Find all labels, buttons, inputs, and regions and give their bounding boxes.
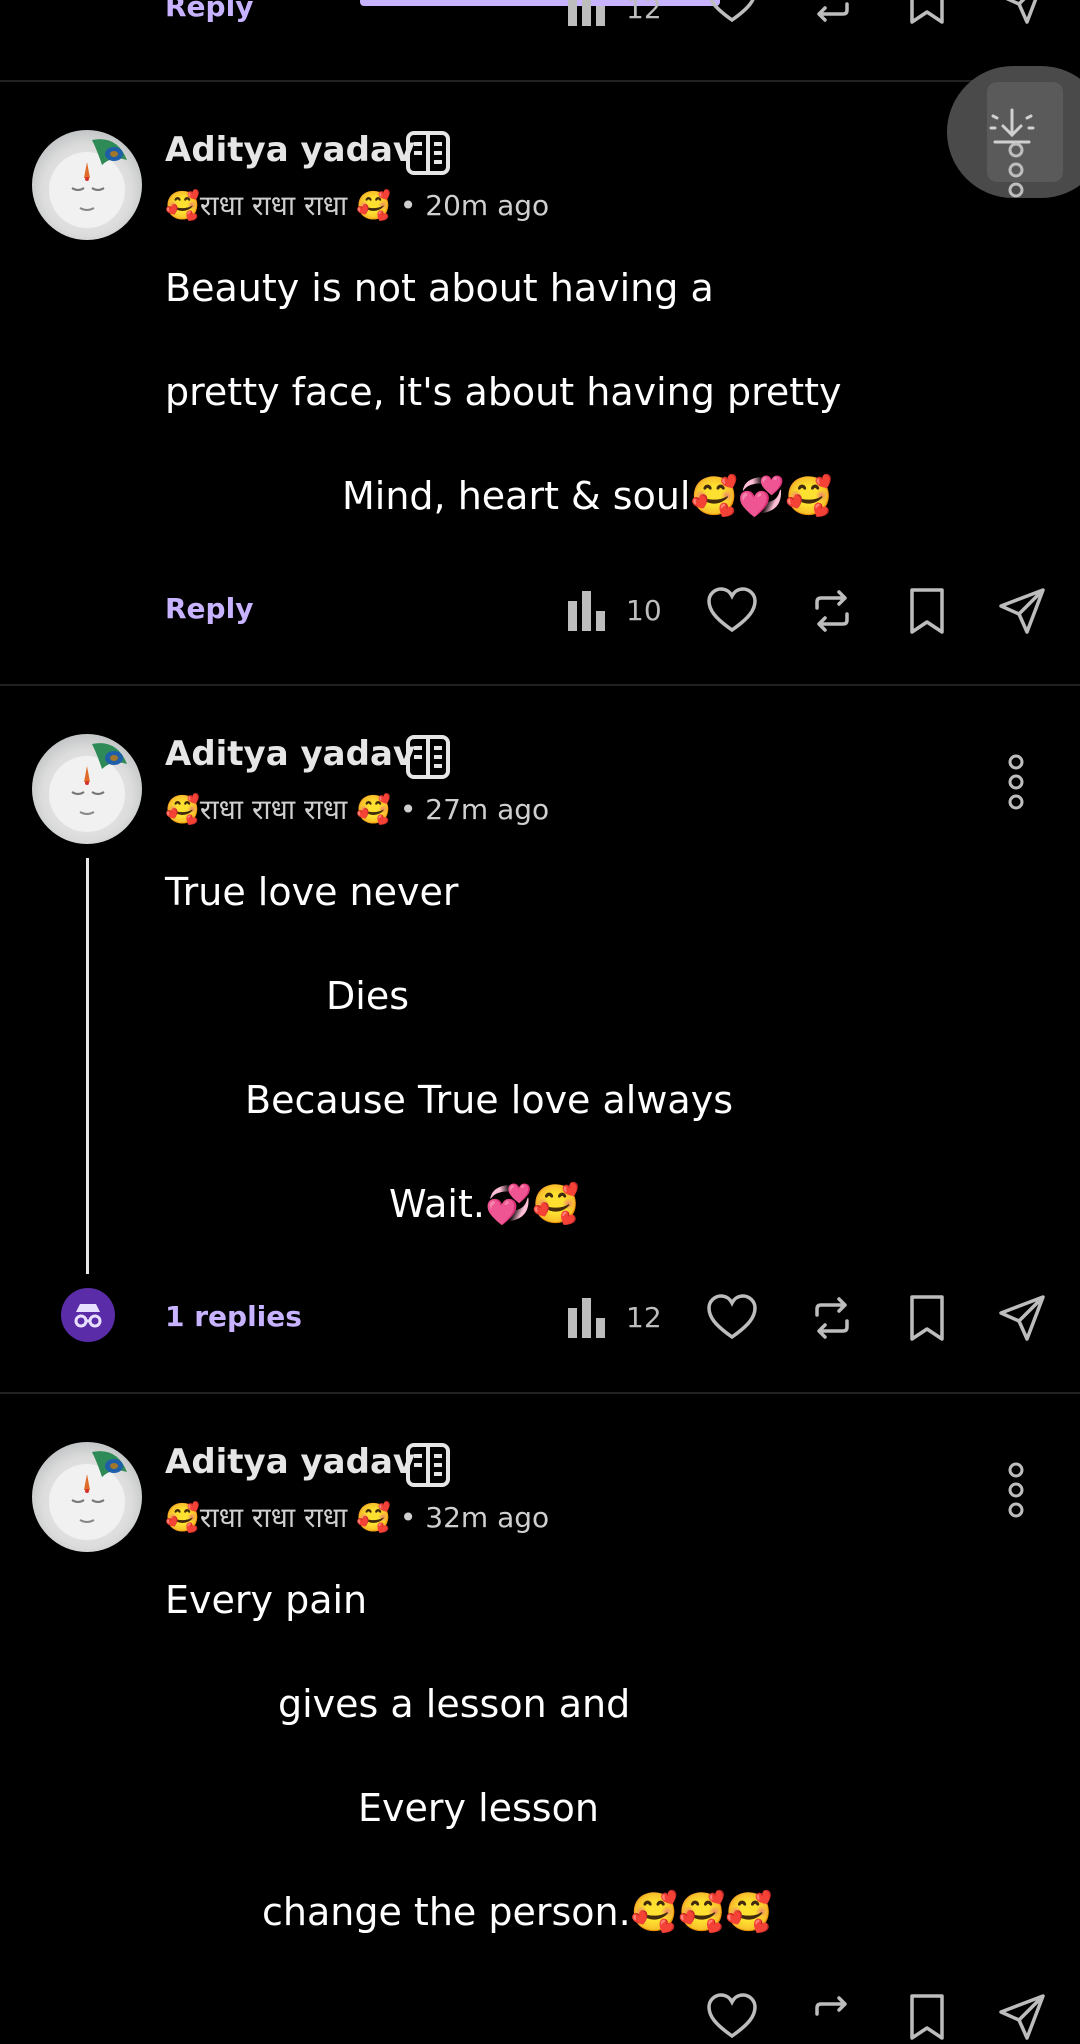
author-name[interactable]: Aditya yadav — [165, 1442, 415, 1482]
send-icon[interactable] — [995, 1990, 1049, 2044]
author-name[interactable]: Aditya yadav — [165, 130, 415, 170]
book-badge-icon — [406, 131, 450, 175]
reply-link[interactable]: Reply — [165, 592, 253, 625]
book-badge-icon — [406, 1443, 450, 1487]
post-text-line: Mind, heart & soul🥰💞🥰 — [342, 474, 833, 518]
author-subline: 🥰राधा राधा राधा 🥰 • 32m ago — [165, 1498, 549, 1536]
author-name[interactable]: Aditya yadav — [165, 734, 415, 774]
post-text-line: Beauty is not about having a — [165, 266, 714, 310]
send-icon[interactable] — [995, 0, 1049, 28]
views-bar-chart-icon — [568, 591, 605, 631]
author-status: 🥰राधा राधा राधा 🥰 — [165, 189, 391, 222]
send-icon[interactable] — [995, 1291, 1049, 1345]
send-icon[interactable] — [995, 584, 1049, 638]
repost-icon[interactable] — [805, 1990, 859, 2044]
post-text-line: Because True love always — [245, 1078, 734, 1122]
heart-icon[interactable] — [705, 1291, 759, 1345]
more-vertical-icon[interactable] — [1001, 1460, 1031, 1520]
heart-icon[interactable] — [705, 1990, 759, 2044]
scroll-progress-indicator — [360, 0, 720, 6]
bookmark-icon[interactable] — [900, 1291, 954, 1345]
replier-avatar[interactable] — [61, 1288, 115, 1342]
post-text-line: Every lesson — [358, 1786, 599, 1830]
avatar[interactable] — [32, 1442, 142, 1552]
views-count: 10 — [626, 594, 662, 627]
krishna-avatar-image — [49, 1451, 127, 1540]
author-subline: 🥰राधा राधा राधा 🥰 • 27m ago — [165, 790, 549, 828]
post-divider — [0, 684, 1080, 686]
author-status: 🥰राधा राधा राधा 🥰 — [165, 1501, 391, 1534]
more-vertical-icon[interactable] — [1001, 752, 1031, 812]
views-count: 12 — [626, 1301, 662, 1334]
incognito-icon — [74, 1304, 102, 1328]
post-time: • 27m ago — [399, 793, 550, 826]
repost-icon[interactable] — [805, 0, 859, 28]
repost-icon[interactable] — [805, 1291, 859, 1345]
post-text-line: pretty face, it's about having pretty — [165, 370, 842, 414]
post-text-line: Every pain — [165, 1578, 368, 1622]
book-badge-icon — [406, 735, 450, 779]
avatar[interactable] — [32, 130, 142, 240]
author-status: 🥰राधा राधा राधा 🥰 — [165, 793, 391, 826]
krishna-avatar-image — [49, 743, 127, 832]
views-bar-chart-icon — [568, 0, 605, 26]
repost-icon[interactable] — [805, 584, 859, 638]
bookmark-icon[interactable] — [900, 0, 954, 28]
post-text-line: Wait.💞🥰 — [389, 1182, 580, 1226]
bookmark-icon[interactable] — [900, 584, 954, 638]
avatar[interactable] — [32, 734, 142, 844]
post-text-line: True love never — [165, 870, 459, 914]
post-text-line: Dies — [326, 974, 409, 1018]
post-time: • 32m ago — [399, 1501, 550, 1534]
views-bar-chart-icon — [568, 1298, 605, 1338]
post-text-line: change the person.🥰🥰🥰 — [262, 1890, 773, 1934]
reply-link[interactable]: Reply — [165, 0, 253, 23]
post-time: • 20m ago — [399, 189, 550, 222]
krishna-avatar-image — [49, 139, 127, 228]
heart-icon[interactable] — [705, 584, 759, 638]
post-divider — [0, 80, 1080, 82]
more-vertical-icon[interactable] — [1001, 140, 1031, 200]
post-text-line: gives a lesson and — [278, 1682, 631, 1726]
replies-count-link[interactable]: 1 replies — [165, 1300, 302, 1333]
thread-line — [86, 858, 89, 1274]
author-subline: 🥰राधा राधा राधा 🥰 • 20m ago — [165, 186, 549, 224]
post-divider — [0, 1392, 1080, 1394]
bookmark-icon[interactable] — [900, 1990, 954, 2044]
views-count: 12 — [626, 0, 662, 25]
heart-icon[interactable] — [705, 0, 759, 28]
